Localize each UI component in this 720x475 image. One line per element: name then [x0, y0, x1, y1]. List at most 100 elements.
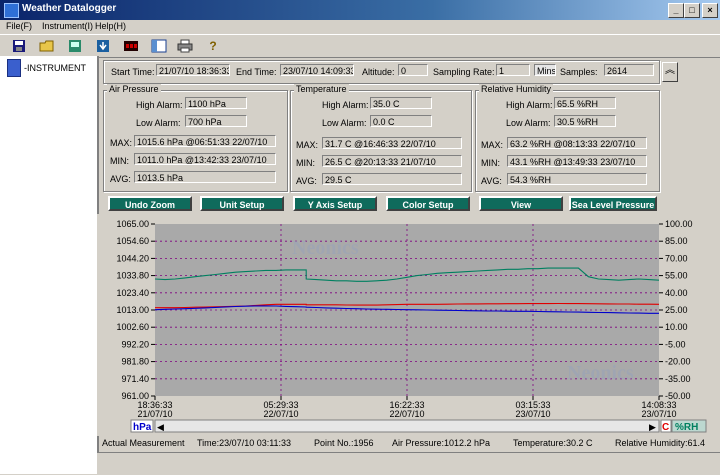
left-tick-label: 1044.20: [116, 253, 149, 263]
h-low-alarm-field: 30.5 %RH: [554, 115, 616, 127]
x-tick-date: 21/07/10: [137, 409, 172, 419]
print-icon[interactable]: [176, 38, 194, 54]
status-time: Time:23/07/10 03:11:33: [197, 438, 292, 448]
maximize-button[interactable]: □: [684, 3, 700, 18]
window-title: Weather Datalogger: [22, 3, 117, 14]
y-axis-setup-button[interactable]: Y Axis Setup: [293, 196, 377, 211]
altitude-label: Altitude:: [362, 67, 395, 77]
close-button[interactable]: ×: [702, 3, 718, 18]
title-bar: Weather Datalogger _ □ ×: [0, 0, 720, 20]
minimize-button[interactable]: _: [668, 3, 684, 18]
menu-file[interactable]: File(F): [6, 21, 32, 31]
undo-zoom-button[interactable]: Undo Zoom: [108, 196, 192, 211]
h-high-alarm-label: High Alarm:: [506, 100, 553, 110]
right-tick-label: -35.00: [665, 374, 691, 384]
right-tick-label: -5.00: [665, 339, 686, 349]
download-icon[interactable]: [94, 38, 112, 54]
menu-help[interactable]: Help(H): [95, 21, 126, 31]
air-pressure-title: Air Pressure: [107, 84, 161, 94]
left-tick-label: 1033.80: [116, 271, 149, 281]
app-icon: [4, 3, 19, 18]
h-min-field: 43.1 %RH @13:49:33 23/07/10: [507, 155, 647, 167]
right-tick-label: 100.00: [665, 219, 693, 229]
ap-avg-field: 1013.5 hPa: [134, 171, 276, 183]
t-low-alarm-label: Low Alarm:: [322, 118, 367, 128]
right-axis-tag-c: C: [662, 422, 669, 433]
status-humidity: Relative Humidity:61.4: [615, 438, 706, 448]
t-avg-field: 29.5 C: [322, 173, 462, 185]
x-tick-date: 23/07/10: [515, 409, 550, 419]
h-avg-field: 54.3 %RH: [507, 173, 647, 185]
t-min-label: MIN:: [296, 158, 315, 168]
open-folder-icon[interactable]: [38, 38, 56, 54]
collapse-icon[interactable]: ︽: [662, 62, 678, 82]
start-time-field: 21/07/10 18:36:33: [156, 64, 230, 76]
sea-level-pressure-button[interactable]: Sea Level Pressure: [569, 196, 657, 211]
right-axis-tag-rh: %RH: [675, 422, 698, 433]
tree-item-instrument[interactable]: -INSTRUMENT: [24, 63, 86, 73]
x-tick-date: 23/07/10: [641, 409, 676, 419]
menu-bar: File(F) Instrument(I) Help(H): [0, 20, 720, 34]
scroll-right-icon[interactable]: ▶: [649, 422, 656, 432]
temperature-title: Temperature: [294, 84, 349, 94]
watermark-1: Neonics: [292, 237, 359, 259]
status-bar: Actual Measurement Time:23/07/10 03:11:3…: [97, 437, 720, 451]
right-tick-label: 70.00: [665, 253, 688, 263]
bottom-panel: [97, 452, 720, 475]
left-tick-label: 1023.40: [116, 288, 149, 298]
led-display-icon[interactable]: [122, 38, 140, 54]
menu-instrument[interactable]: Instrument(I): [42, 21, 93, 31]
end-time-field: 23/07/10 14:09:33: [280, 64, 354, 76]
h-high-alarm-field: 65.5 %RH: [554, 97, 616, 109]
color-setup-button[interactable]: Color Setup: [386, 196, 470, 211]
samples-label: Samples:: [560, 67, 598, 77]
sampling-rate-field: 1: [496, 64, 530, 76]
sampling-unit[interactable]: Mins: [534, 64, 556, 76]
disk-icon[interactable]: [66, 38, 84, 54]
ap-min-label: MIN:: [110, 156, 129, 166]
ap-max-field: 1015.6 hPa @06:51:33 22/07/10: [134, 135, 276, 147]
watermark-2: Neonics: [567, 362, 634, 384]
ap-max-label: MAX:: [110, 138, 133, 148]
right-tick-label: 55.00: [665, 271, 688, 281]
h-max-field: 63.2 %RH @08:13:33 22/07/10: [507, 137, 647, 149]
left-tick-label: 971.40: [121, 374, 149, 384]
left-axis-tag: hPa: [133, 422, 152, 433]
h-max-label: MAX:: [481, 140, 504, 150]
status-pressure: Air Pressure:1012.2 hPa: [392, 438, 491, 448]
right-tick-label: 25.00: [665, 305, 688, 315]
t-min-field: 26.5 C @20:13:33 21/07/10: [322, 155, 462, 167]
right-tick-label: -20.00: [665, 357, 691, 367]
window-layout-icon[interactable]: [150, 38, 168, 54]
unit-setup-button[interactable]: Unit Setup: [200, 196, 284, 211]
sampling-rate-label: Sampling Rate:: [433, 67, 495, 77]
altitude-field: 0: [398, 64, 428, 76]
t-high-alarm-label: High Alarm:: [322, 100, 369, 110]
ap-high-alarm-label: High Alarm:: [136, 100, 183, 110]
h-min-label: MIN:: [481, 158, 500, 168]
view-button[interactable]: View: [479, 196, 563, 211]
x-scrollbar[interactable]: [154, 419, 660, 433]
help-icon[interactable]: ?: [204, 38, 222, 54]
left-tick-label: 1013.00: [116, 305, 149, 315]
t-high-alarm-field: 35.0 C: [370, 97, 432, 109]
chart[interactable]: 1065.00 1054.60 1044.20 1033.80 1023.40 1013.…: [97, 214, 720, 436]
left-tick-label: 1054.60: [116, 236, 149, 246]
left-tick-label: 992.20: [121, 339, 149, 349]
instrument-tree: -INSTRUMENT: [0, 56, 99, 474]
t-avg-label: AVG:: [296, 176, 317, 186]
status-actual-label: Actual Measurement: [102, 438, 185, 448]
scroll-left-icon[interactable]: ◀: [157, 422, 164, 432]
x-tick-date: 22/07/10: [263, 409, 298, 419]
instrument-icon: [7, 59, 21, 77]
end-time-label: End Time:: [236, 67, 277, 77]
ap-min-field: 1011.0 hPa @13:42:33 23/07/10: [134, 153, 276, 165]
h-avg-label: AVG:: [481, 176, 502, 186]
t-max-label: MAX:: [296, 140, 319, 150]
t-low-alarm-field: 0.0 C: [370, 115, 432, 127]
toolbar: ?: [0, 34, 720, 58]
status-point: Point No.:1956: [314, 438, 374, 448]
save-icon[interactable]: [10, 38, 28, 54]
left-tick-label: 1002.60: [116, 322, 149, 332]
left-tick-label: 1065.00: [116, 219, 149, 229]
